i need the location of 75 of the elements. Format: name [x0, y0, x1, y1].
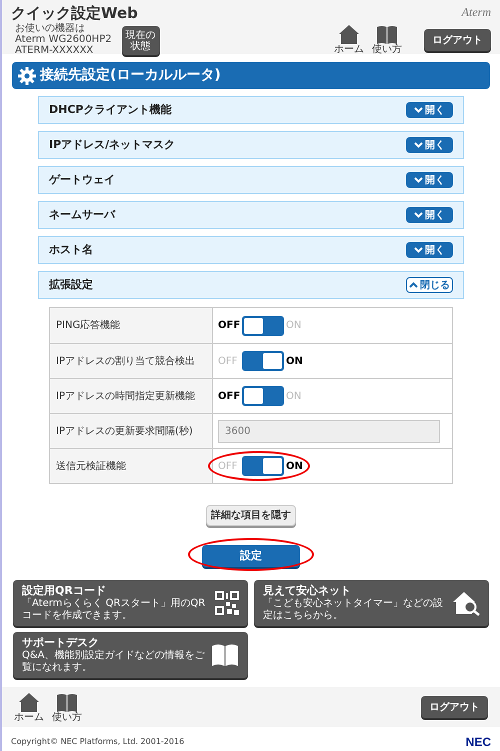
hide-details-button[interactable]: 詳細な項目を隠す — [206, 505, 296, 526]
guide-link[interactable]: 使い方 — [52, 692, 82, 723]
chevron-down-icon — [414, 107, 423, 113]
home-link[interactable]: ホーム — [14, 692, 44, 723]
toggle-switch[interactable] — [242, 351, 284, 371]
off-label: OFF — [218, 390, 240, 404]
accordion-header[interactable]: DHCPクライアント機能 開く — [38, 96, 464, 124]
status-button[interactable]: 現在の 状態 — [122, 26, 160, 55]
accordion-header[interactable]: 拡張設定 閉じる — [38, 271, 464, 299]
nec-logo: NEC — [466, 734, 491, 751]
accordion-title: 拡張設定 — [49, 276, 94, 293]
device-info: ATERM-XXXXXX — [15, 45, 94, 56]
accordion-header[interactable]: ホスト名 開く — [38, 236, 464, 264]
card-description: Q&A、機能別設定ガイドなどの情報をご覧になれます。 — [22, 650, 206, 674]
card-title: サポートデスク — [22, 636, 100, 650]
toggle-button[interactable]: 開く — [406, 172, 453, 188]
house-magnifier-icon — [452, 590, 480, 616]
gear-icon — [18, 66, 36, 84]
toggle-button[interactable]: 開く — [406, 102, 453, 118]
toggle-switch[interactable] — [242, 316, 284, 336]
logout-button[interactable]: ログアウト — [424, 29, 491, 51]
off-label: OFF — [218, 460, 238, 474]
toggle-switch[interactable] — [242, 456, 284, 476]
card-description: 「こども安心ネットタイマー」などの設定はこちらから。 — [263, 598, 444, 622]
accordion-title: ネームサーバ — [49, 206, 116, 223]
home-icon — [338, 24, 360, 45]
setting-label: IPアドレスの更新要求間隔(秒) — [56, 424, 193, 438]
book-icon — [211, 643, 239, 668]
off-label: OFF — [218, 354, 238, 368]
app-title: クイック設定Web — [11, 6, 139, 21]
brand-logo: Aterm — [462, 6, 491, 18]
accordion-title: ゲートウェイ — [49, 172, 116, 188]
section-title: 接続先設定(ローカルルータ) — [40, 66, 221, 85]
setting-label: PING応答機能 — [56, 318, 120, 333]
accordion-title: ホスト名 — [49, 242, 94, 258]
setting-label: 送信元検証機能 — [56, 460, 126, 474]
on-label: ON — [286, 390, 302, 404]
card-title: 設定用QRコード — [22, 584, 107, 598]
book-icon — [56, 692, 78, 713]
accordion-header[interactable]: ネームサーバ 開く — [38, 201, 464, 229]
chevron-down-icon — [414, 177, 423, 183]
qr-code-icon — [215, 591, 239, 616]
on-label: ON — [286, 354, 303, 368]
chevron-down-icon — [414, 212, 423, 218]
on-label: ON — [286, 460, 303, 474]
chevron-down-icon — [414, 142, 423, 148]
book-icon — [376, 24, 398, 45]
chevron-up-icon — [409, 282, 418, 288]
chevron-down-icon — [414, 247, 423, 253]
copyright-text: Copyright© NEC Platforms, Ltd. 2001-2016 — [11, 736, 186, 748]
toggle-button[interactable]: 開く — [406, 242, 453, 258]
accordion-header[interactable]: ゲートウェイ 開く — [38, 166, 464, 194]
setting-label: IPアドレスの時間指定更新機能 — [56, 390, 195, 404]
toggle-button[interactable]: 開く — [406, 137, 453, 153]
home-link[interactable]: ホーム — [334, 24, 364, 55]
shortcut-card[interactable]: サポートデスク Q&A、機能別設定ガイドなどの情報をご覧になれます。 — [13, 632, 248, 678]
guide-link[interactable]: 使い方 — [372, 24, 402, 55]
card-title: 見えて安心ネット — [263, 584, 352, 598]
accordion-title: DHCPクライアント機能 — [49, 102, 172, 118]
submit-button[interactable]: 設定 — [202, 545, 300, 568]
device-info: Aterm WG2600HP2 — [15, 34, 112, 45]
on-label: ON — [286, 319, 302, 333]
card-description: 「Atermらくらく QRスタート」用のQRコードを作成できます。 — [22, 598, 206, 622]
toggle-button[interactable]: 開く — [406, 207, 453, 223]
off-label: OFF — [218, 319, 240, 333]
accordion-header[interactable]: IPアドレス/ネットマスク 開く — [38, 131, 464, 159]
accordion-title: IPアドレス/ネットマスク — [49, 136, 176, 153]
device-info: お使いの機器は — [15, 23, 86, 34]
toggle-button[interactable]: 閉じる — [406, 277, 453, 293]
shortcut-card[interactable]: 見えて安心ネット 「こども安心ネットタイマー」などの設定はこちらから。 — [254, 580, 489, 626]
home-icon — [18, 692, 40, 713]
logout-button[interactable]: ログアウト — [421, 696, 488, 718]
toggle-switch[interactable] — [242, 386, 284, 406]
setting-label: IPアドレスの割り当て競合検出 — [56, 354, 195, 368]
shortcut-card[interactable]: 設定用QRコード 「Atermらくらく QRスタート」用のQRコードを作成できます。 — [13, 580, 248, 626]
